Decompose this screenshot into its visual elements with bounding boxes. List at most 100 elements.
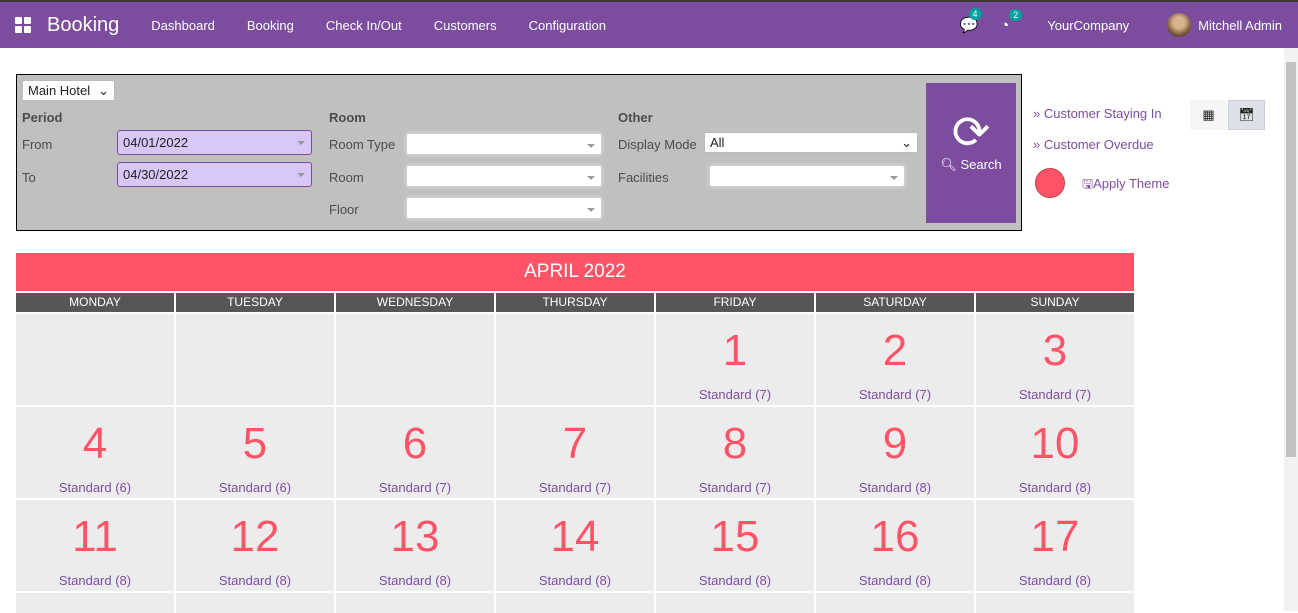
room-availability-link[interactable]: Standard (7): [976, 387, 1134, 402]
empty-cell: [496, 593, 654, 613]
from-date-input[interactable]: 04/01/2022: [117, 130, 312, 155]
day-cell[interactable]: 8 Standard (7): [656, 407, 814, 498]
room-availability-link[interactable]: Standard (8): [16, 573, 174, 588]
day-cell[interactable]: 10 Standard (8): [976, 407, 1134, 498]
day-number: 2: [882, 326, 908, 375]
room-type-label: Room Type: [329, 137, 396, 152]
weekday-header: MONDAY TUESDAY WEDNESDAY THURSDAY FRIDAY SATU…: [16, 293, 1134, 312]
display-mode-select[interactable]: All ⌄: [704, 132, 918, 153]
refresh-icon: ⟳: [951, 106, 991, 158]
search-icon: 🔍︎: [940, 157, 957, 172]
room-availability-link[interactable]: Standard (8): [496, 573, 654, 588]
clock-icon: ◔: [1000, 16, 1010, 34]
day-number: 9: [882, 419, 908, 468]
room-availability-link[interactable]: Standard (7): [816, 387, 974, 402]
company-switcher[interactable]: YourCompany: [1047, 18, 1129, 33]
floor-select[interactable]: [406, 197, 602, 219]
day-number: 11: [72, 512, 118, 561]
room-type-select[interactable]: [406, 133, 602, 155]
scrollbar-thumb[interactable]: [1286, 62, 1296, 457]
user-menu[interactable]: Mitchell Admin: [1198, 18, 1282, 33]
calendar-view-button[interactable]: 📅︎: [1228, 100, 1265, 130]
day-number: 12: [230, 512, 280, 561]
room-availability-link[interactable]: Standard (6): [16, 480, 174, 495]
hotel-select[interactable]: Main Hotel ⌄: [22, 80, 115, 101]
menu-booking[interactable]: Booking: [231, 18, 310, 33]
activities-button[interactable]: ◔ 2: [1000, 8, 1023, 34]
menu-check-in-out[interactable]: Check In/Out: [310, 18, 418, 33]
room-availability-link[interactable]: Standard (8): [336, 573, 494, 588]
day-cell[interactable]: 12 Standard (8): [176, 500, 334, 591]
facilities-select[interactable]: [709, 165, 905, 187]
period-heading: Period: [22, 110, 63, 125]
day-number: 16: [870, 512, 920, 561]
weekday-thursday: THURSDAY: [496, 293, 654, 312]
day-cell[interactable]: 11 Standard (8): [16, 500, 174, 591]
apply-theme-button[interactable]: 🖫Apply Theme: [1082, 175, 1169, 197]
theme-color-picker[interactable]: [1035, 168, 1065, 198]
empty-cell: [496, 314, 654, 405]
room-availability-link[interactable]: Standard (8): [816, 573, 974, 588]
menu-customers[interactable]: Customers: [418, 18, 513, 33]
day-number: 10: [1030, 419, 1080, 468]
from-label: From: [22, 137, 53, 152]
facilities-label: Facilities: [618, 170, 669, 185]
room-availability-link[interactable]: Standard (7): [656, 480, 814, 495]
day-number: 13: [390, 512, 440, 561]
top-navbar: Booking Dashboard Booking Check In/Out C…: [0, 2, 1298, 48]
vertical-scrollbar[interactable]: [1284, 48, 1298, 611]
day-cell[interactable]: 3 Standard (7): [976, 314, 1134, 405]
menu-configuration[interactable]: Configuration: [513, 18, 622, 33]
room-availability-link[interactable]: Standard (8): [656, 573, 814, 588]
filter-panel: Main Hotel ⌄ Period From 04/01/2022 To 04…: [16, 74, 1022, 231]
day-number: 14: [550, 512, 600, 561]
to-label: To: [22, 170, 36, 185]
messages-button[interactable]: 💬 4: [960, 8, 982, 34]
day-cell[interactable]: 14 Standard (8): [496, 500, 654, 591]
grid-view-button[interactable]: ▦: [1190, 100, 1227, 130]
room-availability-link[interactable]: Standard (8): [976, 480, 1134, 495]
avatar[interactable]: [1167, 13, 1192, 37]
day-cell[interactable]: 6 Standard (7): [336, 407, 494, 498]
day-cell[interactable]: 13 Standard (8): [336, 500, 494, 591]
to-date-input[interactable]: 04/30/2022: [117, 162, 312, 187]
grid-icon: ▦: [1202, 107, 1215, 122]
day-cell[interactable]: 9 Standard (8): [816, 407, 974, 498]
day-cell[interactable]: 16 Standard (8): [816, 500, 974, 591]
display-mode-label: Display Mode: [618, 137, 697, 152]
apps-menu-icon[interactable]: [15, 17, 31, 33]
room-availability-link[interactable]: Standard (8): [816, 480, 974, 495]
apply-theme-label: Apply Theme: [1093, 176, 1170, 191]
customer-overdue-link[interactable]: » Customer Overdue: [1033, 137, 1154, 152]
day-cell[interactable]: 2 Standard (7): [816, 314, 974, 405]
day-number: 7: [562, 419, 588, 468]
other-heading: Other: [618, 110, 653, 125]
menu-dashboard[interactable]: Dashboard: [135, 18, 231, 33]
room-availability-link[interactable]: Standard (8): [976, 573, 1134, 588]
day-cell[interactable]: 7 Standard (7): [496, 407, 654, 498]
weekday-saturday: SATURDAY: [816, 293, 974, 312]
calendar-grid: 1 Standard (7) 2 Standard (7) 3 Standard (7) 4…: [16, 314, 1134, 613]
day-cell[interactable]: 17 Standard (8): [976, 500, 1134, 591]
day-cell[interactable]: 5 Standard (6): [176, 407, 334, 498]
room-availability-link[interactable]: Standard (7): [496, 480, 654, 495]
room-availability-link[interactable]: Standard (6): [176, 480, 334, 495]
floor-label: Floor: [329, 202, 359, 217]
room-select[interactable]: [406, 165, 602, 187]
day-cell[interactable]: 15 Standard (8): [656, 500, 814, 591]
calendar-icon: 📅︎: [1238, 107, 1255, 122]
empty-cell: [336, 593, 494, 613]
day-number: 5: [242, 419, 268, 468]
search-button[interactable]: ⟳ 🔍︎ Search: [926, 83, 1016, 223]
day-cell[interactable]: 1 Standard (7): [656, 314, 814, 405]
empty-cell: [976, 593, 1134, 613]
day-number: 6: [402, 419, 428, 468]
day-cell[interactable]: 4 Standard (6): [16, 407, 174, 498]
room-availability-link[interactable]: Standard (8): [176, 573, 334, 588]
day-number: 8: [722, 419, 748, 468]
room-availability-link[interactable]: Standard (7): [656, 387, 814, 402]
calendar-month-title: APRIL 2022: [16, 253, 1134, 291]
customer-staying-in-link[interactable]: » Customer Staying In: [1033, 106, 1162, 121]
room-availability-link[interactable]: Standard (7): [336, 480, 494, 495]
room-heading: Room: [329, 110, 366, 125]
